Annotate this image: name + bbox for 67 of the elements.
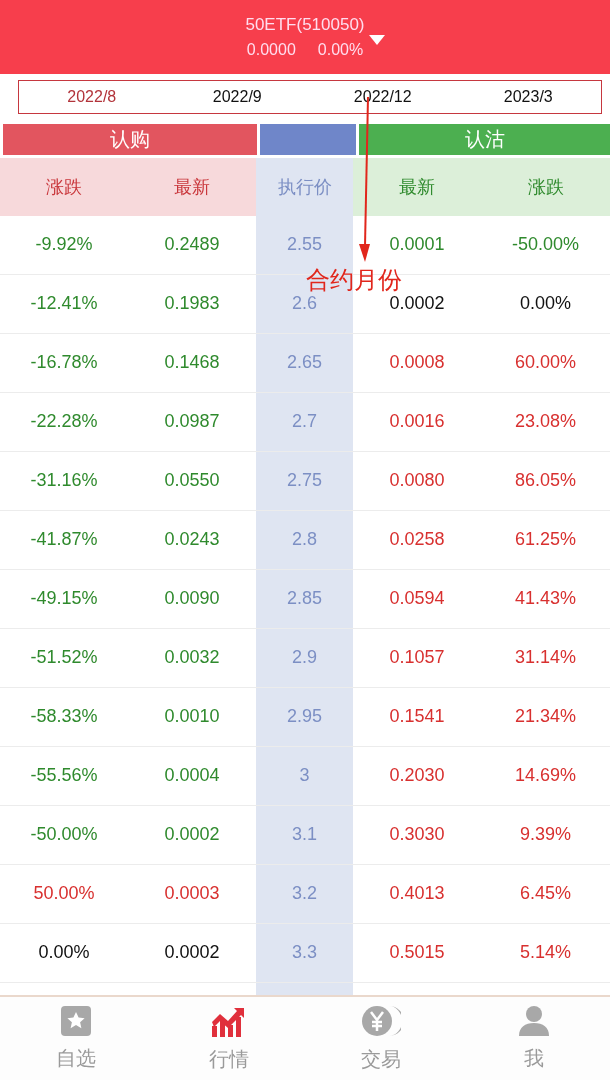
quote-cell: -51.52%	[0, 628, 128, 688]
quote-cell: 0.1057	[353, 628, 481, 688]
quote-cell: 0.0008	[353, 333, 481, 393]
quote-cell: 0.3030	[353, 805, 481, 865]
quote-cell: 6.45%	[481, 864, 610, 924]
quote-cell: 21.34%	[481, 687, 610, 747]
quote-cell: -41.87%	[0, 510, 128, 570]
quote-cell: 0.0080	[353, 451, 481, 511]
quote-cell: 86.05%	[481, 451, 610, 511]
quote-cell: 60.00%	[481, 333, 610, 393]
strike-cell: 2.75	[256, 451, 353, 511]
quote-cell: 0.4013	[353, 864, 481, 924]
quote-cell: 0.5015	[353, 923, 481, 983]
strike-cell: 3	[256, 746, 353, 806]
quote-cell: 0.00%	[481, 274, 610, 334]
quote-cell: -22.28%	[0, 392, 128, 452]
quote-cell: 9.39%	[481, 805, 610, 865]
month-tab[interactable]: 2022/12	[310, 87, 456, 106]
quote-cell: -55.56%	[0, 746, 128, 806]
nav-label: 交易	[361, 1046, 402, 1072]
quote-cell: -16.78%	[0, 333, 128, 393]
strike-cell: 2.8	[256, 510, 353, 570]
put-section-header: 认沽	[359, 123, 610, 155]
strike-cell: 2.65	[256, 333, 353, 393]
quote-cell: 23.08%	[481, 392, 610, 452]
quote-cell: -12.41%	[0, 274, 128, 334]
quote-cell: 14.69%	[481, 746, 610, 806]
column-header: 涨跌	[481, 157, 610, 216]
column-header: 最新	[353, 157, 481, 216]
strike-cell: 3.1	[256, 805, 353, 865]
nav-label: 自选	[56, 1045, 97, 1071]
quote-cell: 5.14%	[481, 923, 610, 983]
strike-cell: 3.3	[256, 923, 353, 983]
quote-cell: 0.0258	[353, 510, 481, 570]
month-tab[interactable]: 2022/8	[19, 87, 165, 106]
quote-cell: 61.25%	[481, 510, 610, 570]
price-text: 0.0000	[246, 40, 296, 59]
quote-cell: 0.0016	[353, 392, 481, 452]
month-tab[interactable]: 2022/9	[164, 87, 310, 106]
strike-cell: 2.7	[256, 392, 353, 452]
strike-cell: 2.95	[256, 687, 353, 747]
column-header: 涨跌	[0, 157, 128, 216]
quote-cell: 0.1541	[353, 687, 481, 747]
quote-cell: -50.00%	[0, 805, 128, 865]
change-text: 0.00%	[317, 40, 364, 59]
quote-cell: -58.33%	[0, 687, 128, 747]
month-tab[interactable]: 2023/3	[455, 87, 601, 106]
underlying-title: 50ETF(510050)	[245, 14, 365, 35]
nav-label: 我	[523, 1045, 544, 1071]
column-header: 执行价	[256, 157, 353, 216]
quote-cell: -50.00%	[481, 215, 610, 275]
quote-cell: 0.00%	[0, 923, 128, 983]
strike-cell: 2.9	[256, 628, 353, 688]
quote-cell: 0.0594	[353, 569, 481, 629]
strike-cell: 2.85	[256, 569, 353, 629]
dropdown-caret-icon[interactable]	[368, 34, 386, 46]
quote-cell: 50.00%	[0, 864, 128, 924]
quote-cell: 31.14%	[481, 628, 610, 688]
quote-cell: -9.92%	[0, 215, 128, 275]
call-section-header: 认购	[3, 123, 257, 155]
column-header: 最新	[128, 157, 256, 216]
strike-cell: 3.2	[256, 864, 353, 924]
quote-cell: -49.15%	[0, 569, 128, 629]
nav-label: 行情	[208, 1046, 249, 1072]
quote-cell: 0.2030	[353, 746, 481, 806]
quote-cell: -31.16%	[0, 451, 128, 511]
quote-cell: 41.43%	[481, 569, 610, 629]
